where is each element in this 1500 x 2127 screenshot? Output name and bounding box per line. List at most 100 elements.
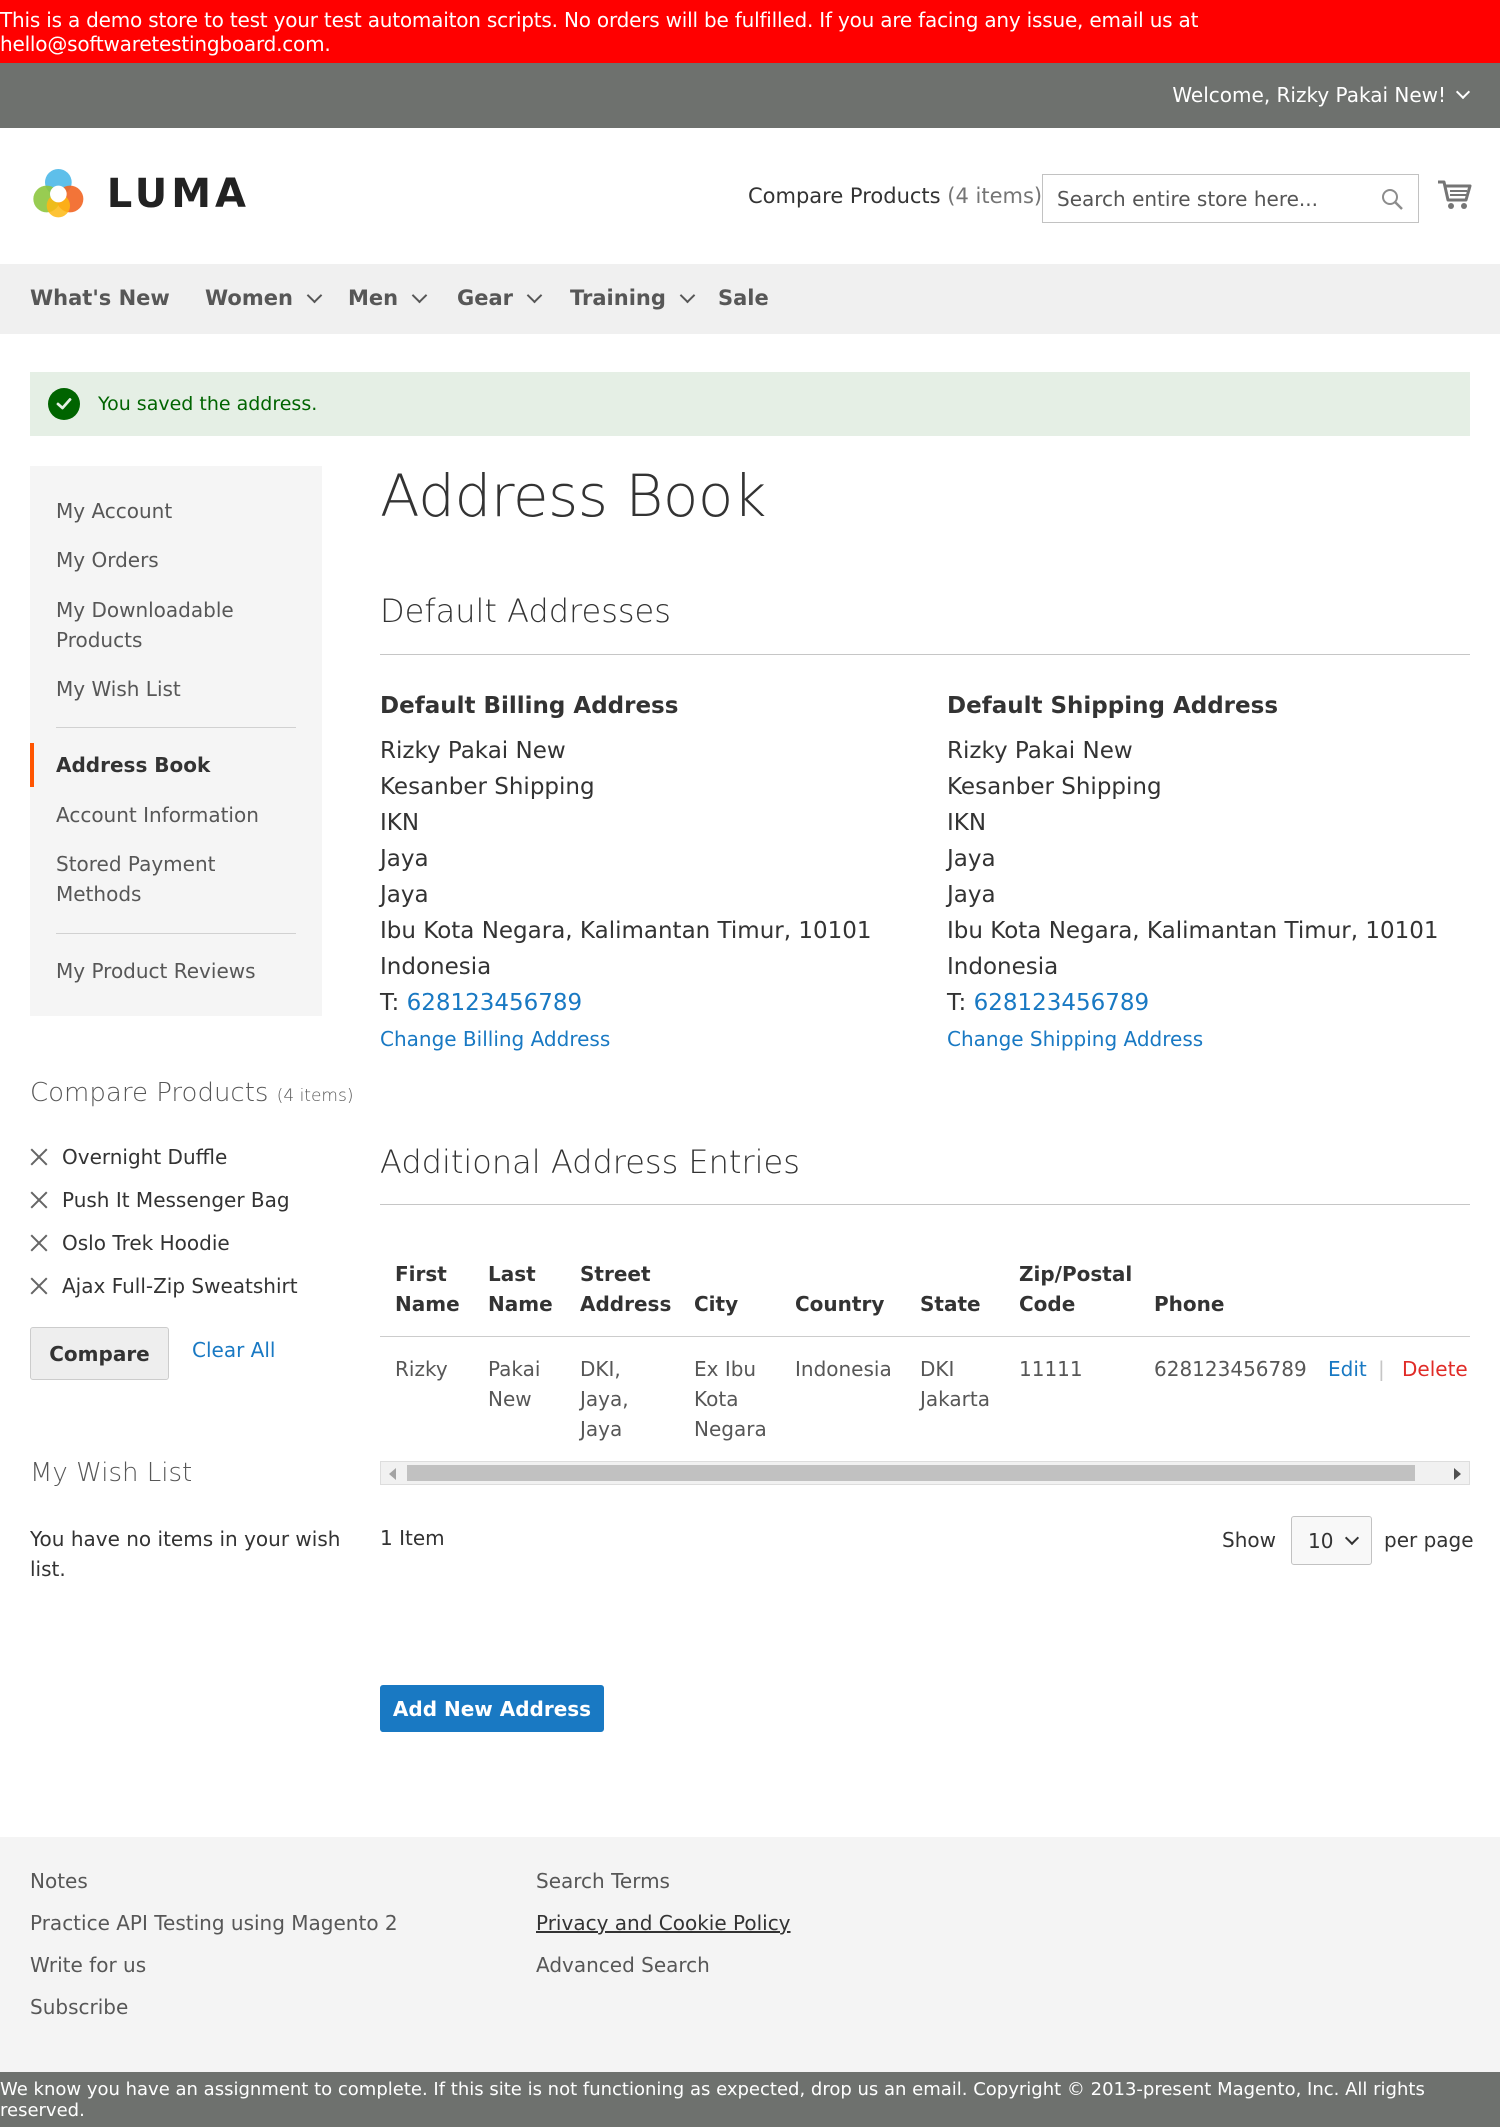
address-line: Jaya bbox=[380, 846, 429, 872]
compare-item: Oslo Trek Hoodie bbox=[30, 1231, 230, 1255]
compare-button[interactable]: Compare bbox=[30, 1327, 169, 1380]
scrollbar-thumb[interactable] bbox=[407, 1465, 1415, 1481]
chevron-down-icon bbox=[1345, 1530, 1360, 1545]
table-horizontal-scrollbar[interactable] bbox=[380, 1461, 1470, 1485]
sidebar-divider bbox=[56, 933, 296, 934]
header-text: Street bbox=[580, 1262, 651, 1286]
checkmark-icon bbox=[48, 388, 80, 420]
remove-icon[interactable] bbox=[30, 1148, 48, 1166]
main-navigation: What's New Women Men Gear Training Sale bbox=[0, 264, 1500, 334]
default-shipping-address: Default Shipping Address Rizky Pakai New… bbox=[947, 693, 1467, 1051]
footer-link-privacy-policy[interactable]: Privacy and Cookie Policy bbox=[536, 1911, 791, 1935]
address-line: Jaya bbox=[947, 846, 996, 872]
edit-address-link[interactable]: Edit bbox=[1328, 1354, 1367, 1384]
sidebar-item-my-product-reviews[interactable]: My Product Reviews bbox=[56, 956, 256, 986]
page-title: Address Book bbox=[380, 462, 766, 530]
footer-link-notes[interactable]: Notes bbox=[30, 1869, 88, 1893]
cell-text: Jaya, bbox=[580, 1387, 629, 1411]
remove-icon[interactable] bbox=[30, 1277, 48, 1295]
nav-item-whats-new[interactable]: What's New bbox=[30, 286, 170, 310]
column-header-last-name: Last Name bbox=[488, 1259, 553, 1319]
phone-link[interactable]: 628123456789 bbox=[407, 990, 583, 1016]
sidebar-item-stored-payment-methods[interactable]: Stored Payment Methods bbox=[56, 849, 256, 909]
footer-link-advanced-search[interactable]: Advanced Search bbox=[536, 1953, 710, 1977]
compare-products-count: (4 items) bbox=[947, 184, 1043, 208]
nav-label: Gear bbox=[457, 286, 514, 310]
per-page-value: 10 bbox=[1308, 1528, 1334, 1553]
compare-item-link[interactable]: Oslo Trek Hoodie bbox=[62, 1231, 230, 1255]
delete-address-link[interactable]: Delete bbox=[1402, 1354, 1468, 1384]
column-header-city: City bbox=[694, 1292, 739, 1316]
footer-link-subscribe[interactable]: Subscribe bbox=[30, 1995, 128, 2019]
cell-phone: 628123456789 bbox=[1154, 1357, 1307, 1381]
header-text: Last bbox=[488, 1262, 536, 1286]
sidebar-item-my-orders[interactable]: My Orders bbox=[56, 545, 159, 575]
shipping-address-heading: Default Shipping Address bbox=[947, 693, 1279, 719]
cell-text: Negara bbox=[694, 1417, 767, 1441]
sidebar-item-my-account[interactable]: My Account bbox=[56, 496, 172, 526]
cell-text: DKI bbox=[920, 1357, 955, 1381]
phone-prefix: T: bbox=[380, 990, 400, 1016]
compare-item-link[interactable]: Ajax Full-Zip Sweatshirt bbox=[62, 1274, 298, 1298]
column-header-first-name: First Name bbox=[395, 1259, 460, 1319]
account-sidebar-nav: My Account My Orders My Downloadable Pro… bbox=[30, 466, 322, 1016]
scroll-left-arrow-icon[interactable] bbox=[389, 1468, 396, 1480]
per-page-select[interactable]: 10 bbox=[1291, 1516, 1372, 1565]
footer-link-write-for-us[interactable]: Write for us bbox=[30, 1953, 146, 1977]
scroll-right-arrow-icon[interactable] bbox=[1454, 1468, 1461, 1480]
footer-link-search-terms[interactable]: Search Terms bbox=[536, 1869, 670, 1893]
search-input[interactable] bbox=[1043, 175, 1363, 222]
address-line: Jaya bbox=[380, 882, 429, 908]
address-line: Indonesia bbox=[947, 954, 1059, 980]
chevron-down-icon bbox=[1455, 84, 1471, 100]
search-icon[interactable] bbox=[1380, 187, 1404, 211]
remove-icon[interactable] bbox=[30, 1191, 48, 1209]
nav-item-gear[interactable]: Gear bbox=[457, 286, 543, 310]
table-header-divider bbox=[380, 1336, 1470, 1337]
customer-menu-toggle[interactable]: Welcome, Rizky Pakai New! bbox=[1172, 83, 1471, 107]
sidebar-item-my-wish-list[interactable]: My Wish List bbox=[56, 674, 181, 704]
remove-icon[interactable] bbox=[30, 1234, 48, 1252]
nav-item-women[interactable]: Women bbox=[205, 286, 323, 310]
default-addresses-title: Default Addresses bbox=[380, 592, 671, 630]
cell-country: Indonesia bbox=[795, 1357, 892, 1381]
change-shipping-address-link[interactable]: Change Shipping Address bbox=[947, 1027, 1467, 1051]
nav-item-training[interactable]: Training bbox=[570, 286, 696, 310]
limiter-label: Show bbox=[1222, 1528, 1276, 1552]
nav-label: Men bbox=[348, 286, 399, 310]
header-text: Address bbox=[580, 1292, 672, 1316]
nav-item-sale[interactable]: Sale bbox=[718, 286, 769, 310]
cell-state: DKI Jakarta bbox=[920, 1354, 990, 1414]
add-new-address-button[interactable]: Add New Address bbox=[380, 1685, 604, 1732]
header-text: Code bbox=[1019, 1292, 1076, 1316]
sidebar-item-my-downloadable-products[interactable]: My Downloadable Products bbox=[56, 595, 276, 655]
compare-products-link[interactable]: Compare Products (4 items) bbox=[748, 184, 1042, 208]
address-line: Kesanber Shipping bbox=[380, 774, 595, 800]
phone-link[interactable]: 628123456789 bbox=[974, 990, 1150, 1016]
compare-products-label: Compare Products bbox=[748, 184, 941, 208]
compare-item-link[interactable]: Overnight Duffle bbox=[62, 1145, 227, 1169]
change-billing-address-link[interactable]: Change Billing Address bbox=[380, 1027, 900, 1051]
sidebar-item-address-book: Address Book bbox=[56, 753, 211, 777]
default-billing-address: Default Billing Address Rizky Pakai New … bbox=[380, 693, 900, 1051]
footer: Notes Practice API Testing using Magento… bbox=[0, 1837, 1500, 2072]
billing-address-heading: Default Billing Address bbox=[380, 693, 679, 719]
sidebar-item-account-information[interactable]: Account Information bbox=[56, 800, 259, 830]
chevron-down-icon bbox=[526, 287, 543, 303]
address-phone: T: 628123456789 bbox=[380, 985, 900, 1021]
items-count: 1 Item bbox=[380, 1526, 445, 1550]
compare-item: Ajax Full-Zip Sweatshirt bbox=[30, 1274, 298, 1298]
cart-icon[interactable] bbox=[1436, 176, 1472, 212]
clear-all-link[interactable]: Clear All bbox=[192, 1338, 275, 1362]
chevron-down-icon bbox=[679, 287, 696, 303]
sidebar-divider bbox=[56, 727, 296, 728]
success-message-text: You saved the address. bbox=[98, 393, 318, 415]
compare-item-link[interactable]: Push It Messenger Bag bbox=[62, 1188, 290, 1212]
header-text: Name bbox=[395, 1292, 460, 1316]
search-form bbox=[1042, 174, 1419, 223]
chevron-down-icon bbox=[411, 287, 428, 303]
footer-link-practice-api[interactable]: Practice API Testing using Magento 2 bbox=[30, 1911, 398, 1935]
luma-logo-link[interactable]: LUMA bbox=[30, 160, 250, 228]
nav-label: Women bbox=[205, 286, 293, 310]
nav-item-men[interactable]: Men bbox=[348, 286, 428, 310]
